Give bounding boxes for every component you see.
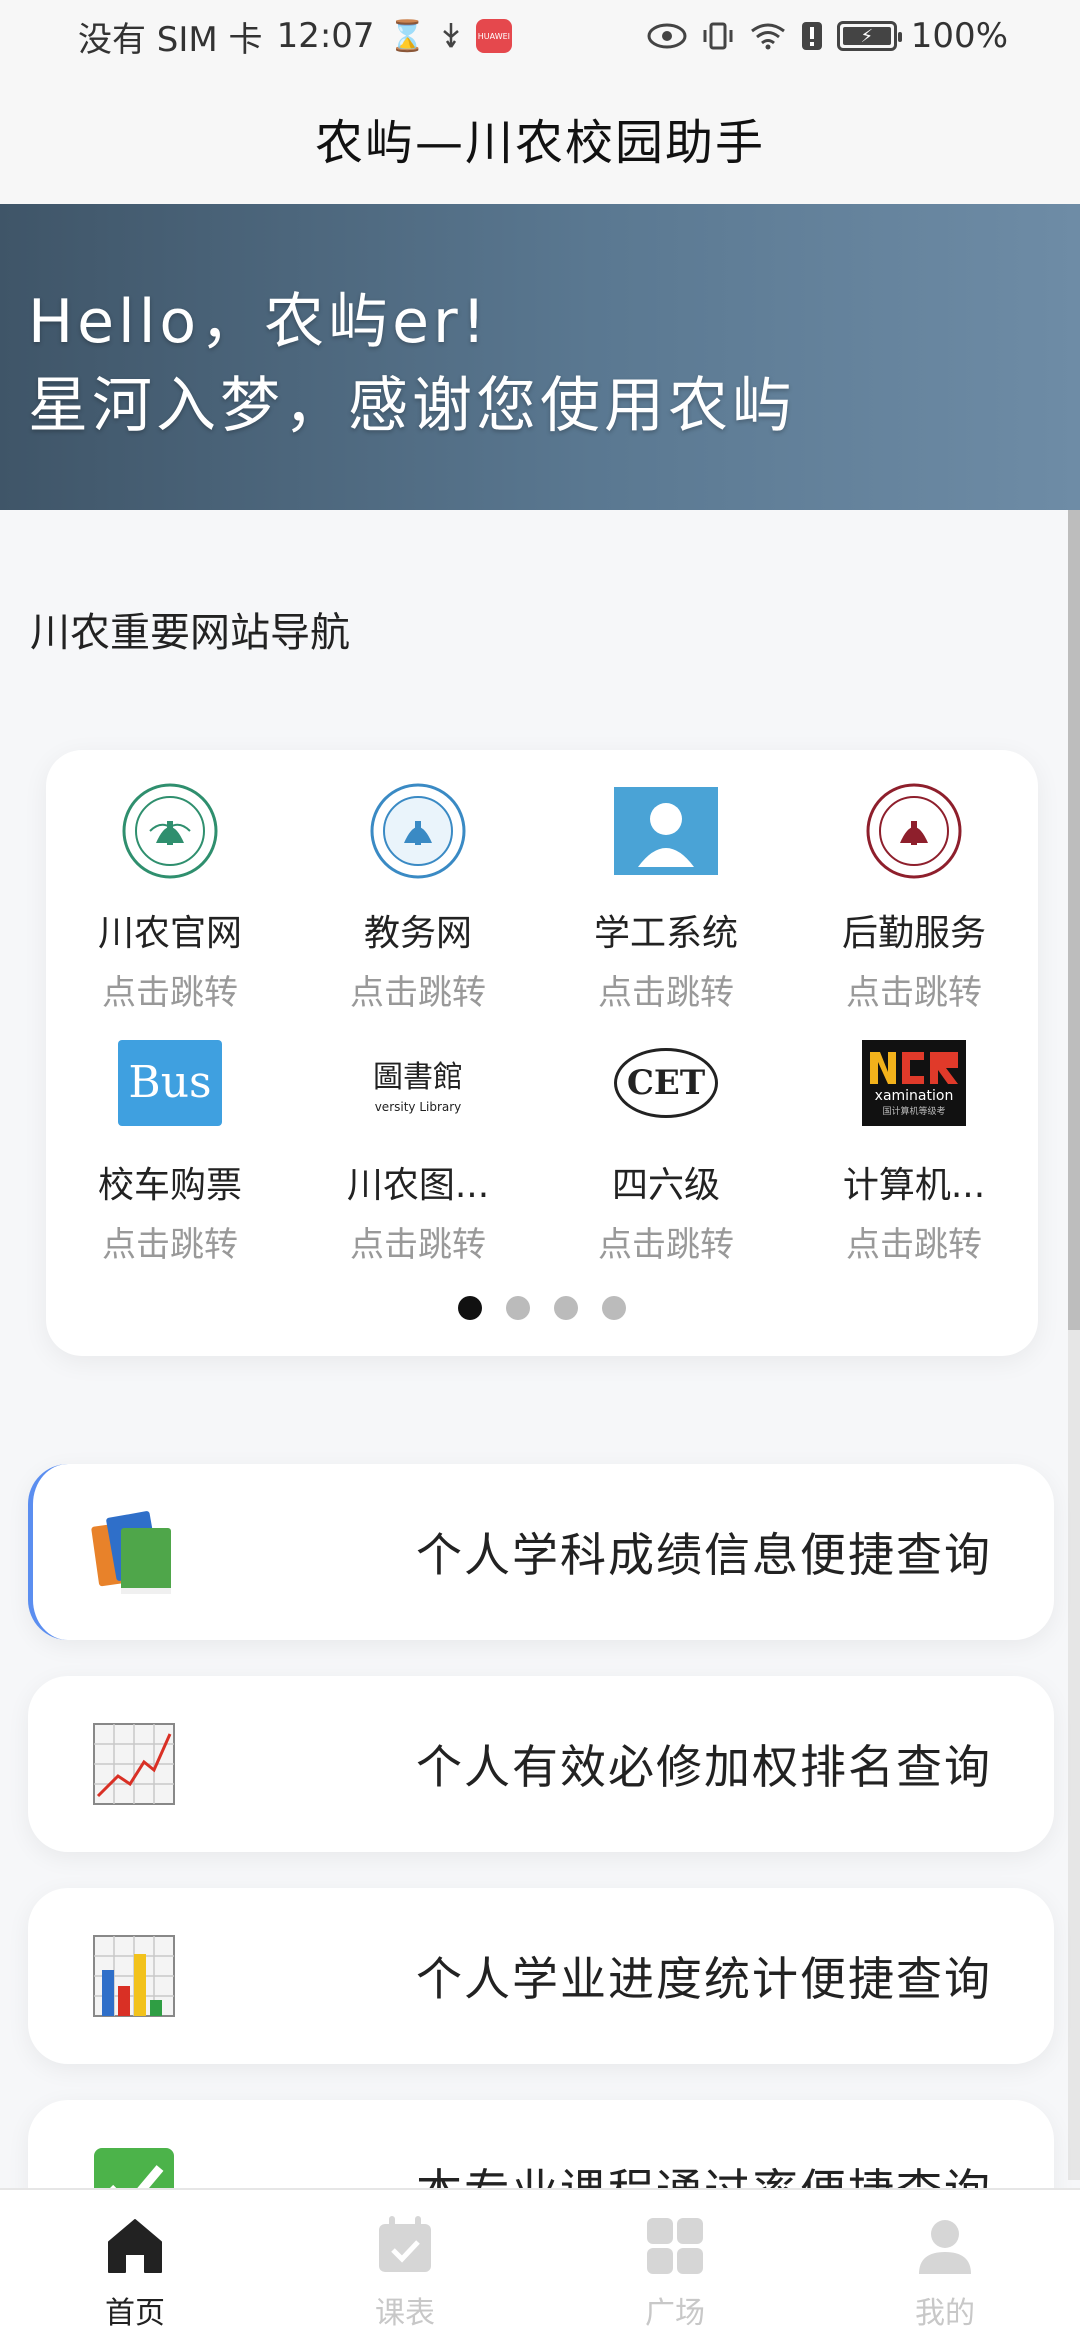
page-dot-3[interactable] (554, 1296, 578, 1320)
home-icon (108, 2219, 162, 2273)
tab-label: 我的 (915, 2296, 975, 2331)
vibrate-icon (701, 21, 735, 51)
query-card-label: 个人有效必修加权排名查询 (416, 1740, 992, 1794)
eye-icon (647, 22, 687, 50)
nav-item-student-affairs[interactable]: 学工系统 点击跳转 (542, 768, 790, 1014)
nav-item-sub: 点击跳转 (350, 973, 486, 1013)
university-seal-blue-icon (364, 778, 472, 884)
nav-item-sub: 点击跳转 (102, 1225, 238, 1265)
nav-item-sub: 点击跳转 (350, 1225, 486, 1265)
nav-item-sub: 点击跳转 (598, 1225, 734, 1265)
profile-icon (919, 2220, 971, 2274)
calendar-icon (379, 2216, 431, 2272)
bottom-nav: 首页 课表 广场 我的 (0, 2188, 1080, 2340)
tab-label: 课表 (375, 2296, 435, 2331)
status-bar: 没有 SIM 卡 12:07 ⌛ HUAWEI ⚡ 100% (0, 0, 1080, 72)
wifi-icon (749, 21, 787, 51)
app-notification-icon: HUAWEI (475, 19, 512, 53)
banner-greeting: Hello，农屿er! (28, 287, 490, 357)
banner-message: 星河入梦，感谢您使用农屿 (28, 371, 796, 441)
tab-square[interactable]: 广场 (540, 2190, 810, 2340)
nav-item-label: 川农图... (346, 1164, 490, 1206)
website-nav-carousel[interactable]: 川农官网 点击跳转 教务网 点击跳转 学工系统 点击跳转 后勤服务 点击跳转 B… (46, 750, 1038, 1356)
grade-query-card[interactable]: 个人学科成绩信息便捷查询 (28, 1464, 1054, 1640)
status-right: ⚡ 100% (647, 16, 1008, 56)
books-icon (91, 1504, 187, 1600)
battery-icon: ⚡ (836, 21, 902, 51)
university-seal-green-icon (116, 778, 224, 884)
library-logo-icon: 圖書館 versity Library (364, 1030, 472, 1136)
query-card-label: 个人学科成绩信息便捷查询 (416, 1528, 992, 1582)
person-icon (612, 778, 720, 884)
nav-item-label: 学工系统 (593, 912, 738, 954)
tab-schedule[interactable]: 课表 (270, 2190, 540, 2340)
nav-item-sub: 点击跳转 (598, 973, 734, 1013)
page-dot-1[interactable] (458, 1296, 482, 1320)
page-dot-4[interactable] (602, 1296, 626, 1320)
bus-logo-icon: Bus (116, 1030, 224, 1136)
bar-chart-icon (86, 1928, 182, 2024)
clock: 12:07 (276, 16, 375, 56)
nav-item-cet[interactable]: CET 四六级 点击跳转 (542, 1020, 790, 1266)
grid-icon (647, 2218, 703, 2274)
university-seal-red-icon (860, 778, 968, 884)
nav-item-label: 川农官网 (97, 912, 242, 954)
query-card-label: 个人学业进度统计便捷查询 (416, 1952, 992, 2006)
sim-status: 没有 SIM 卡 (78, 19, 263, 60)
nav-item-library[interactable]: 圖書館 versity Library 川农图... 点击跳转 (294, 1020, 542, 1266)
nav-item-shuttle-bus[interactable]: Bus 校车购票 点击跳转 (46, 1020, 294, 1266)
nav-item-label: 校车购票 (97, 1164, 242, 1206)
page-dot-2[interactable] (506, 1296, 530, 1320)
nav-item-official-site[interactable]: 川农官网 点击跳转 (46, 768, 294, 1014)
nav-item-sub: 点击跳转 (102, 973, 238, 1013)
nav-item-label: 教务网 (363, 912, 472, 954)
cet-logo-icon: CET (612, 1030, 720, 1136)
tab-home[interactable]: 首页 (0, 2190, 270, 2340)
progress-query-card[interactable]: 个人学业进度统计便捷查询 (28, 1888, 1054, 2064)
page-title: 农屿—川农校园助手 (314, 115, 765, 171)
welcome-banner: Hello，农屿er! 星河入梦，感谢您使用农屿 (0, 204, 1080, 510)
ranking-query-card[interactable]: 个人有效必修加权排名查询 (28, 1676, 1054, 1852)
ncre-logo-icon: xamination 国计算机等级考 (860, 1030, 968, 1136)
app-bar: 农屿—川农校园助手 (0, 72, 1080, 204)
carousel-page-indicator[interactable] (46, 1296, 1038, 1320)
scrollbar-thumb[interactable] (1068, 510, 1080, 1330)
tab-profile[interactable]: 我的 (810, 2190, 1080, 2340)
nav-item-academic-affairs[interactable]: 教务网 点击跳转 (294, 768, 542, 1014)
hourglass-icon: ⌛ (388, 18, 426, 54)
battery-level: 100% (910, 16, 1008, 56)
nav-item-sub: 点击跳转 (846, 973, 982, 1013)
status-left: 没有 SIM 卡 12:07 ⌛ HUAWEI (78, 12, 512, 61)
nav-section-title: 川农重要网站导航 (30, 610, 350, 656)
nav-item-label: 四六级 (611, 1164, 720, 1206)
nav-item-logistics[interactable]: 后勤服务 点击跳转 (790, 768, 1038, 1014)
nav-item-label: 后勤服务 (841, 912, 986, 954)
alert-icon (801, 21, 823, 51)
tab-label: 广场 (645, 2296, 705, 2331)
nav-item-sub: 点击跳转 (846, 1225, 982, 1265)
usb-icon (440, 21, 462, 51)
nav-item-computer-exam[interactable]: xamination 国计算机等级考 计算机... 点击跳转 (790, 1020, 1038, 1266)
line-chart-icon (86, 1716, 182, 1812)
nav-grid: 川农官网 点击跳转 教务网 点击跳转 学工系统 点击跳转 后勤服务 点击跳转 B… (46, 768, 1038, 1266)
nav-item-label: 计算机... (842, 1164, 986, 1206)
tab-label: 首页 (105, 2296, 165, 2331)
